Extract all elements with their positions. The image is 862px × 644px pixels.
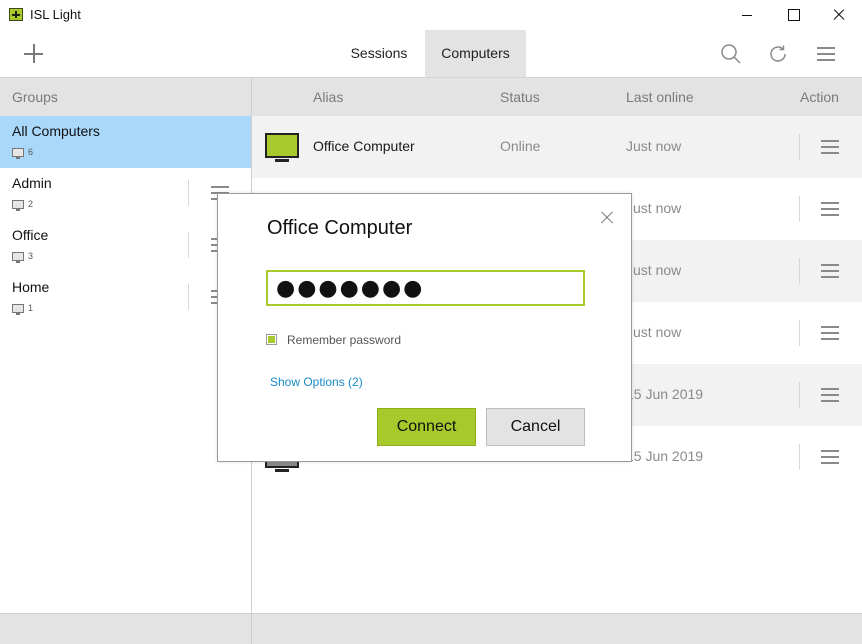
computer-alias: Office Computer (313, 138, 415, 154)
group-count: 2 (28, 199, 34, 209)
remember-password-label: Remember password (287, 333, 402, 347)
computer-last-online: Just now (626, 324, 682, 340)
close-window-button[interactable] (816, 0, 862, 30)
monitor-icon (12, 303, 24, 315)
minimize-button[interactable] (724, 0, 770, 30)
divider (799, 382, 800, 408)
search-icon[interactable] (719, 42, 743, 66)
monitor-icon (12, 147, 24, 159)
group-name: Home (12, 279, 50, 295)
divider (799, 134, 800, 160)
group-count: 3 (28, 251, 34, 261)
group-name: All Computers (12, 123, 100, 139)
computer-last-online: 15 Jun 2019 (626, 448, 704, 464)
tab-computers[interactable]: Computers (425, 30, 526, 77)
row-menu-icon[interactable] (821, 202, 839, 216)
monitor-icon (265, 133, 299, 162)
dialog-title: Office Computer (267, 217, 413, 239)
row-menu-icon[interactable] (821, 450, 839, 464)
divider (799, 444, 800, 470)
monitor-icon (12, 251, 24, 263)
divider (799, 320, 800, 346)
group-name: Admin (12, 175, 52, 191)
group-name: Office (12, 227, 49, 243)
row-menu-icon[interactable] (821, 326, 839, 340)
status-bar (0, 613, 862, 644)
window-title: ISL Light (30, 7, 81, 22)
maximize-button[interactable] (770, 0, 816, 30)
computer-last-online: Just now (626, 138, 682, 154)
remember-password-checkbox[interactable] (266, 334, 277, 345)
hamburger-menu-icon[interactable] (814, 42, 838, 66)
divider (188, 232, 189, 258)
app-logo-icon (9, 8, 23, 21)
row-menu-icon[interactable] (821, 388, 839, 402)
table-row[interactable]: Office Computer Online Just now (252, 116, 862, 178)
group-count: 6 (28, 147, 34, 157)
group-item-all-computers[interactable]: All Computers 6 (0, 116, 251, 168)
group-count: 1 (28, 303, 34, 313)
plus-icon[interactable] (22, 42, 46, 66)
connect-button[interactable]: Connect (377, 408, 476, 446)
column-header-status[interactable]: Status (500, 78, 540, 116)
table-header: Alias Status Last online Action (252, 78, 862, 116)
row-menu-icon[interactable] (821, 264, 839, 278)
column-header-action: Action (800, 89, 839, 105)
divider (188, 284, 189, 310)
column-header-last-online[interactable]: Last online (626, 78, 694, 116)
divider (799, 258, 800, 284)
monitor-icon (12, 199, 24, 211)
toolbar: Sessions Computers (0, 30, 862, 78)
cancel-button[interactable]: Cancel (486, 408, 585, 446)
show-options-link[interactable]: Show Options (2) (270, 375, 363, 389)
password-field[interactable] (266, 270, 585, 306)
row-menu-icon[interactable] (821, 140, 839, 154)
computer-last-online: 15 Jun 2019 (626, 386, 704, 402)
column-header-alias[interactable]: Alias (313, 78, 343, 116)
computer-last-online: Just now (626, 200, 682, 216)
computer-status: Online (500, 138, 541, 154)
close-icon[interactable] (599, 210, 615, 226)
connect-dialog: Office Computer Remember password Show O… (217, 193, 632, 462)
divider (188, 180, 189, 206)
divider (251, 614, 252, 644)
groups-header: Groups (0, 78, 251, 116)
divider (799, 196, 800, 222)
group-item-office[interactable]: Office 3 (0, 220, 251, 272)
refresh-icon[interactable] (766, 42, 790, 66)
group-item-home[interactable]: Home 1 (0, 272, 251, 324)
tab-sessions[interactable]: Sessions (334, 30, 424, 77)
group-item-admin[interactable]: Admin 2 (0, 168, 251, 220)
groups-panel: Groups All Computers 6 Admin 2 Office 3 … (0, 78, 252, 613)
title-bar: ISL Light (0, 0, 862, 30)
computer-last-online: Just now (626, 262, 682, 278)
